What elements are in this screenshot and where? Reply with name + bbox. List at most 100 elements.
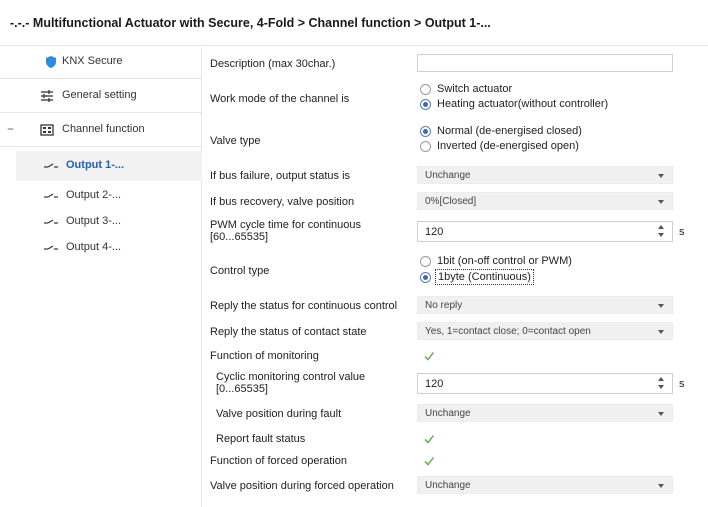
label-line: [0...65535] bbox=[216, 383, 268, 395]
switch-icon bbox=[44, 189, 58, 203]
title-bar: -.-.- Multifunctional Actuator with Secu… bbox=[0, 0, 708, 46]
field-label: PWM cycle time for continuous [60...6553… bbox=[210, 219, 361, 243]
spinner[interactable] bbox=[658, 224, 666, 239]
check-icon bbox=[424, 352, 435, 361]
radio-circle bbox=[420, 141, 431, 152]
field-label: Reply the status of contact state bbox=[210, 326, 367, 338]
sidebar-item-label: Output 1-... bbox=[66, 159, 125, 171]
row-bus-recovery: If bus recovery, valve position 0%[Close… bbox=[203, 191, 708, 211]
shield-icon bbox=[44, 55, 58, 69]
forced-operation-checkbox[interactable] bbox=[423, 455, 435, 467]
chevron-down-icon bbox=[658, 200, 664, 204]
row-reply-contact: Reply the status of contact state Yes, 1… bbox=[203, 321, 708, 341]
spin-down-icon[interactable] bbox=[658, 385, 664, 389]
sidebar-item-label: Output 2-... bbox=[66, 189, 122, 201]
spin-down-icon[interactable] bbox=[658, 233, 664, 237]
sidebar: KNX Secure General setting − Channel fun… bbox=[0, 47, 202, 507]
sidebar-item-output-1[interactable]: Output 1-... bbox=[16, 151, 202, 181]
select-value: Unchange bbox=[425, 408, 471, 419]
sidebar-item-label: General setting bbox=[62, 89, 137, 101]
field-label: Control type bbox=[210, 265, 270, 277]
field-label: Cyclic monitoring control value [0...655… bbox=[216, 371, 365, 395]
report-fault-checkbox[interactable] bbox=[423, 433, 435, 445]
field-label: Work mode of the channel is bbox=[210, 93, 350, 105]
field-label: Function of forced operation bbox=[210, 455, 347, 467]
radio-circle bbox=[420, 126, 431, 137]
label-line: [60...65535] bbox=[210, 231, 269, 243]
row-forced-operation: Function of forced operation bbox=[203, 452, 708, 470]
sidebar-item-output-4[interactable]: Output 4-... bbox=[0, 233, 202, 263]
label-line: PWM cycle time for continuous bbox=[210, 219, 361, 231]
field-label: Description (max 30char.) bbox=[210, 58, 336, 70]
field-label: Reply the status for continuous control bbox=[210, 300, 398, 312]
field-label: If bus recovery, valve position bbox=[210, 196, 355, 208]
radio-label: Heating actuator(without controller) bbox=[437, 98, 609, 110]
spinner[interactable] bbox=[658, 376, 666, 391]
reply-contact-select[interactable]: Yes, 1=contact close; 0=contact open bbox=[417, 322, 673, 340]
sidebar-item-label: Output 3-... bbox=[66, 215, 122, 227]
select-value: No reply bbox=[425, 300, 463, 311]
row-monitoring: Function of monitoring bbox=[203, 347, 708, 365]
sidebar-item-channel-function[interactable]: − Channel function bbox=[0, 115, 202, 145]
row-valve-fault: Valve position during fault Unchange bbox=[203, 403, 708, 423]
sidebar-item-label: Output 4-... bbox=[66, 241, 122, 253]
valve-fault-select[interactable]: Unchange bbox=[417, 404, 673, 422]
radio-circle bbox=[420, 256, 431, 267]
divider bbox=[0, 78, 202, 79]
radio-circle bbox=[420, 272, 431, 283]
check-icon bbox=[424, 457, 435, 466]
sidebar-item-knx-secure[interactable]: KNX Secure bbox=[0, 47, 202, 77]
spin-up-icon[interactable] bbox=[658, 225, 664, 229]
description-input[interactable] bbox=[417, 54, 673, 72]
select-value: Unchange bbox=[425, 170, 471, 181]
chevron-down-icon bbox=[658, 330, 664, 334]
switch-icon bbox=[44, 159, 58, 173]
divider bbox=[0, 146, 202, 147]
switch-icon bbox=[44, 215, 58, 229]
chevron-down-icon bbox=[658, 174, 664, 178]
radio-circle bbox=[420, 99, 431, 110]
divider bbox=[0, 112, 202, 113]
sidebar-item-general-setting[interactable]: General setting bbox=[0, 81, 202, 111]
spin-up-icon[interactable] bbox=[658, 377, 664, 381]
row-valve-type: Valve type Normal (de-energised closed) … bbox=[203, 123, 708, 157]
check-icon bbox=[424, 435, 435, 444]
select-value: Unchange bbox=[425, 480, 471, 491]
grid-icon bbox=[40, 123, 54, 137]
bus-recovery-select[interactable]: 0%[Closed] bbox=[417, 192, 673, 210]
bus-failure-select[interactable]: Unchange bbox=[417, 166, 673, 184]
radio-label: Switch actuator bbox=[437, 83, 513, 95]
row-work-mode: Work mode of the channel is Switch actua… bbox=[203, 81, 708, 115]
chevron-down-icon bbox=[658, 412, 664, 416]
collapse-toggle[interactable]: − bbox=[7, 122, 14, 136]
select-value: 0%[Closed] bbox=[425, 196, 477, 207]
pwm-cycle-input[interactable]: 120 bbox=[417, 221, 673, 242]
field-label: Function of monitoring bbox=[210, 350, 319, 362]
label-line: Cyclic monitoring control value bbox=[216, 371, 366, 383]
monitoring-checkbox[interactable] bbox=[423, 350, 435, 362]
radio-label: Normal (de-energised closed) bbox=[437, 125, 582, 137]
field-label: Valve position during fault bbox=[216, 408, 342, 420]
chevron-down-icon bbox=[658, 304, 664, 308]
cyclic-monitoring-input[interactable]: 120 bbox=[417, 373, 673, 394]
input-value: 120 bbox=[425, 226, 444, 238]
input-value: 120 bbox=[425, 378, 444, 390]
field-label: Valve position during forced operation bbox=[210, 480, 394, 492]
select-value: Yes, 1=contact close; 0=contact open bbox=[425, 326, 591, 337]
unit-label: s bbox=[679, 226, 685, 238]
row-report-fault: Report fault status bbox=[203, 430, 708, 448]
field-label: Valve type bbox=[210, 135, 261, 147]
field-label: If bus failure, output status is bbox=[210, 170, 351, 182]
row-control-type: Control type 1bit (on-off control or PWM… bbox=[203, 253, 708, 287]
radio-label: 1byte (Continuous) bbox=[435, 269, 534, 285]
row-valve-forced: Valve position during forced operation U… bbox=[203, 475, 708, 495]
reply-continuous-select[interactable]: No reply bbox=[417, 296, 673, 314]
valve-forced-select[interactable]: Unchange bbox=[417, 476, 673, 494]
parameter-form: Description (max 30char.) Work mode of t… bbox=[203, 47, 708, 507]
sidebar-item-label: Channel function bbox=[62, 123, 145, 135]
radio-label: Inverted (de-energised open) bbox=[437, 140, 579, 152]
window-title: -.-.- Multifunctional Actuator with Secu… bbox=[10, 16, 491, 30]
row-reply-continuous: Reply the status for continuous control … bbox=[203, 295, 708, 315]
sidebar-item-label: KNX Secure bbox=[62, 55, 123, 67]
row-bus-failure: If bus failure, output status is Unchang… bbox=[203, 165, 708, 185]
